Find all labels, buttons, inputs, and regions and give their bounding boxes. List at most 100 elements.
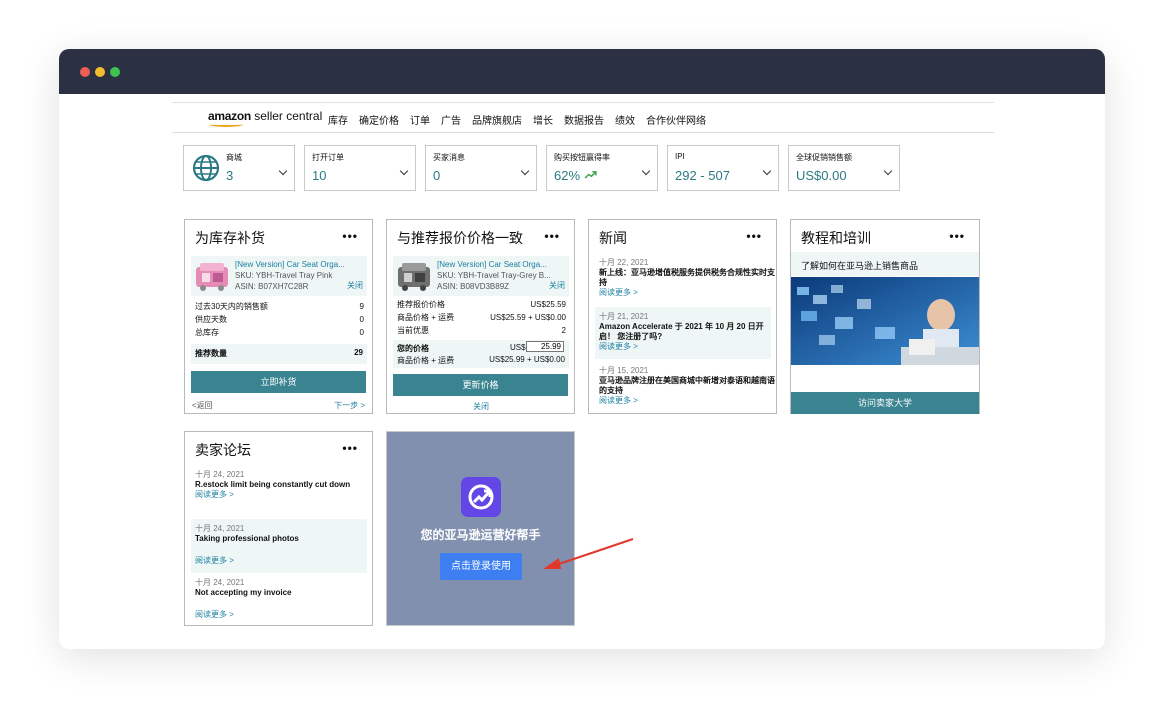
stat-label: 当前优惠 <box>397 326 429 335</box>
training-subtitle[interactable]: 了解如何在亚马逊上销售商品 <box>801 259 918 272</box>
nav-item-reports[interactable]: 数据报告 <box>564 112 604 127</box>
back-link[interactable]: <返回 <box>192 400 213 411</box>
recommend-row: 推荐数量 29 <box>191 344 367 364</box>
product-sku: SKU: YBH-Travel Tray-Grey B... <box>437 271 551 280</box>
product-image[interactable] <box>194 259 230 293</box>
news-headline[interactable]: 新上线：亚马逊增值税服务提供税务合规性实时支持 <box>599 268 779 288</box>
product-asin: ASIN: B07XH7C28R <box>235 282 309 291</box>
next-link[interactable]: 下一步 > <box>334 400 365 411</box>
stat-row: 当前优惠 2 <box>397 324 566 337</box>
chevron-down-icon <box>762 166 772 176</box>
login-button[interactable]: 点击登录使用 <box>440 553 522 580</box>
metric-buy-box-rate[interactable]: 购买按钮赢得率 62% <box>546 145 658 191</box>
stat-row: 总库存 0 <box>195 326 364 339</box>
metric-buyer-messages[interactable]: 买家消息 0 <box>425 145 537 191</box>
stat-value: 2 <box>561 326 566 335</box>
read-more-link[interactable]: 阅读更多 > <box>599 396 779 406</box>
metric-value: 0 <box>433 168 441 183</box>
product-link[interactable]: [New Version] Car Seat Orga... <box>437 259 551 270</box>
training-card: 教程和培训 ••• 了解如何在亚马逊上销售商品 访问卖家大学 <box>790 219 980 414</box>
nav-item-inventory[interactable]: 库存 <box>328 112 348 127</box>
nav-item-orders[interactable]: 订单 <box>410 112 430 127</box>
more-options-icon[interactable]: ••• <box>746 229 762 243</box>
nav-item-growth[interactable]: 增长 <box>533 112 553 127</box>
nav-item-performance[interactable]: 绩效 <box>615 112 635 127</box>
read-more-link[interactable]: 阅读更多 > <box>599 342 779 352</box>
read-more-link[interactable]: 阅读更多 > <box>195 556 375 566</box>
metric-value: 10 <box>312 168 327 183</box>
card-title: 与推荐报价价格一致 <box>397 230 523 246</box>
news-item: 十月 15, 2021 亚马逊品牌注册在美国商城中新增对泰语和越南语的支持 阅读… <box>599 366 779 406</box>
close-link[interactable]: 关闭 <box>549 280 565 291</box>
nav-item-pricing[interactable]: 确定价格 <box>359 112 399 127</box>
product-asin: ASIN: B08VD3B89Z <box>437 282 510 291</box>
your-price-label: 您的价格 <box>397 344 429 353</box>
card-title: 卖家论坛 <box>195 442 251 458</box>
seller-university-button[interactable]: 访问卖家大学 <box>791 392 979 414</box>
window-titlebar <box>59 49 1105 94</box>
restock-now-button[interactable]: 立即补货 <box>191 371 366 393</box>
news-headline[interactable]: Amazon Accelerate 于 2021 年 10 月 20 日开启！ … <box>599 322 779 342</box>
recommend-label: 推荐数量 <box>195 349 227 358</box>
news-headline[interactable]: 亚马逊品牌注册在美国商城中新增对泰语和越南语的支持 <box>599 376 779 396</box>
product-info: [New Version] Car Seat Orga... SKU: YBH-… <box>437 259 551 292</box>
your-price-input[interactable] <box>526 341 564 352</box>
product-link[interactable]: [New Version] Car Seat Orga... <box>235 259 345 270</box>
more-options-icon[interactable]: ••• <box>342 229 358 243</box>
metric-value: 292 - 507 <box>675 168 730 183</box>
metric-label: IPI <box>675 152 685 161</box>
metric-label: 买家消息 <box>433 153 465 162</box>
nav-menu: 库存 确定价格 订单 广告 品牌旗舰店 增长 数据报告 绩效 合作伙伴网络 <box>328 112 706 127</box>
product-image[interactable] <box>396 259 432 293</box>
forum-date: 十月 24, 2021 <box>195 470 245 479</box>
chevron-down-icon <box>278 166 288 176</box>
card-title: 教程和培训 <box>801 230 871 246</box>
read-more-link[interactable]: 阅读更多 > <box>195 610 375 620</box>
nav-item-advertising[interactable]: 广告 <box>441 112 461 127</box>
promo-card: 您的亚马逊运营好帮手 点击登录使用 <box>386 431 575 626</box>
forum-headline[interactable]: Not accepting my invoice <box>195 588 375 598</box>
more-options-icon[interactable]: ••• <box>949 229 965 243</box>
stat-row: 商品价格 + 运费 US$25.59 + US$0.00 <box>397 311 566 324</box>
update-price-button[interactable]: 更新价格 <box>393 374 568 396</box>
chevron-down-icon <box>399 166 409 176</box>
forum-headline[interactable]: R.estock limit being constantly cut down <box>195 480 375 490</box>
metric-ipi[interactable]: IPI 292 - 507 <box>667 145 779 191</box>
minimize-window-dot[interactable] <box>95 67 105 77</box>
your-total-label: 商品价格 + 运费 <box>397 356 455 365</box>
forum-item: 十月 24, 2021 Taking professional photos 阅… <box>195 524 375 566</box>
close-link-bottom[interactable]: 关闭 <box>473 401 489 412</box>
metric-label: 购买按钮赢得率 <box>554 153 610 162</box>
metric-label: 打开订单 <box>312 153 344 162</box>
metric-value: US$0.00 <box>796 168 847 183</box>
stat-row: 供应天数 0 <box>195 313 364 326</box>
metric-label: 全球促销销售额 <box>796 153 852 162</box>
more-options-icon[interactable]: ••• <box>342 441 358 455</box>
restock-card: 为库存补货 ••• [New Version] Car Seat Orga...… <box>184 219 373 414</box>
metric-global-promo-sales[interactable]: 全球促销销售额 US$0.00 <box>788 145 900 191</box>
close-window-dot[interactable] <box>80 67 90 77</box>
read-more-link[interactable]: 阅读更多 > <box>599 288 779 298</box>
metric-value: 62% <box>554 168 581 183</box>
chevron-down-icon <box>641 166 651 176</box>
nav-item-stores[interactable]: 品牌旗舰店 <box>472 112 522 127</box>
forum-headline[interactable]: Taking professional photos <box>195 534 375 544</box>
metric-open-orders[interactable]: 打开订单 10 <box>304 145 416 191</box>
seller-central-logo[interactable]: amazon seller central <box>208 109 322 127</box>
close-link[interactable]: 关闭 <box>347 280 363 291</box>
chevron-down-icon <box>520 166 530 176</box>
maximize-window-dot[interactable] <box>110 67 120 77</box>
trend-up-icon <box>584 171 597 179</box>
stat-value: 0 <box>359 328 364 337</box>
forum-date: 十月 24, 2021 <box>195 524 245 533</box>
read-more-link[interactable]: 阅读更多 > <box>195 490 375 500</box>
more-options-icon[interactable]: ••• <box>544 229 560 243</box>
training-banner-image[interactable] <box>791 277 979 365</box>
stat-value: 9 <box>359 302 364 311</box>
nav-item-partner-network[interactable]: 合作伙伴网络 <box>646 112 706 127</box>
stat-label: 总库存 <box>195 328 219 337</box>
arrow-annotation-icon <box>543 538 634 569</box>
price-match-card: 与推荐报价价格一致 ••• [New Version] Car Seat Org… <box>386 219 575 414</box>
metric-marketplaces[interactable]: 商城 3 <box>183 145 295 191</box>
your-price-prefix: US$ <box>510 343 526 352</box>
